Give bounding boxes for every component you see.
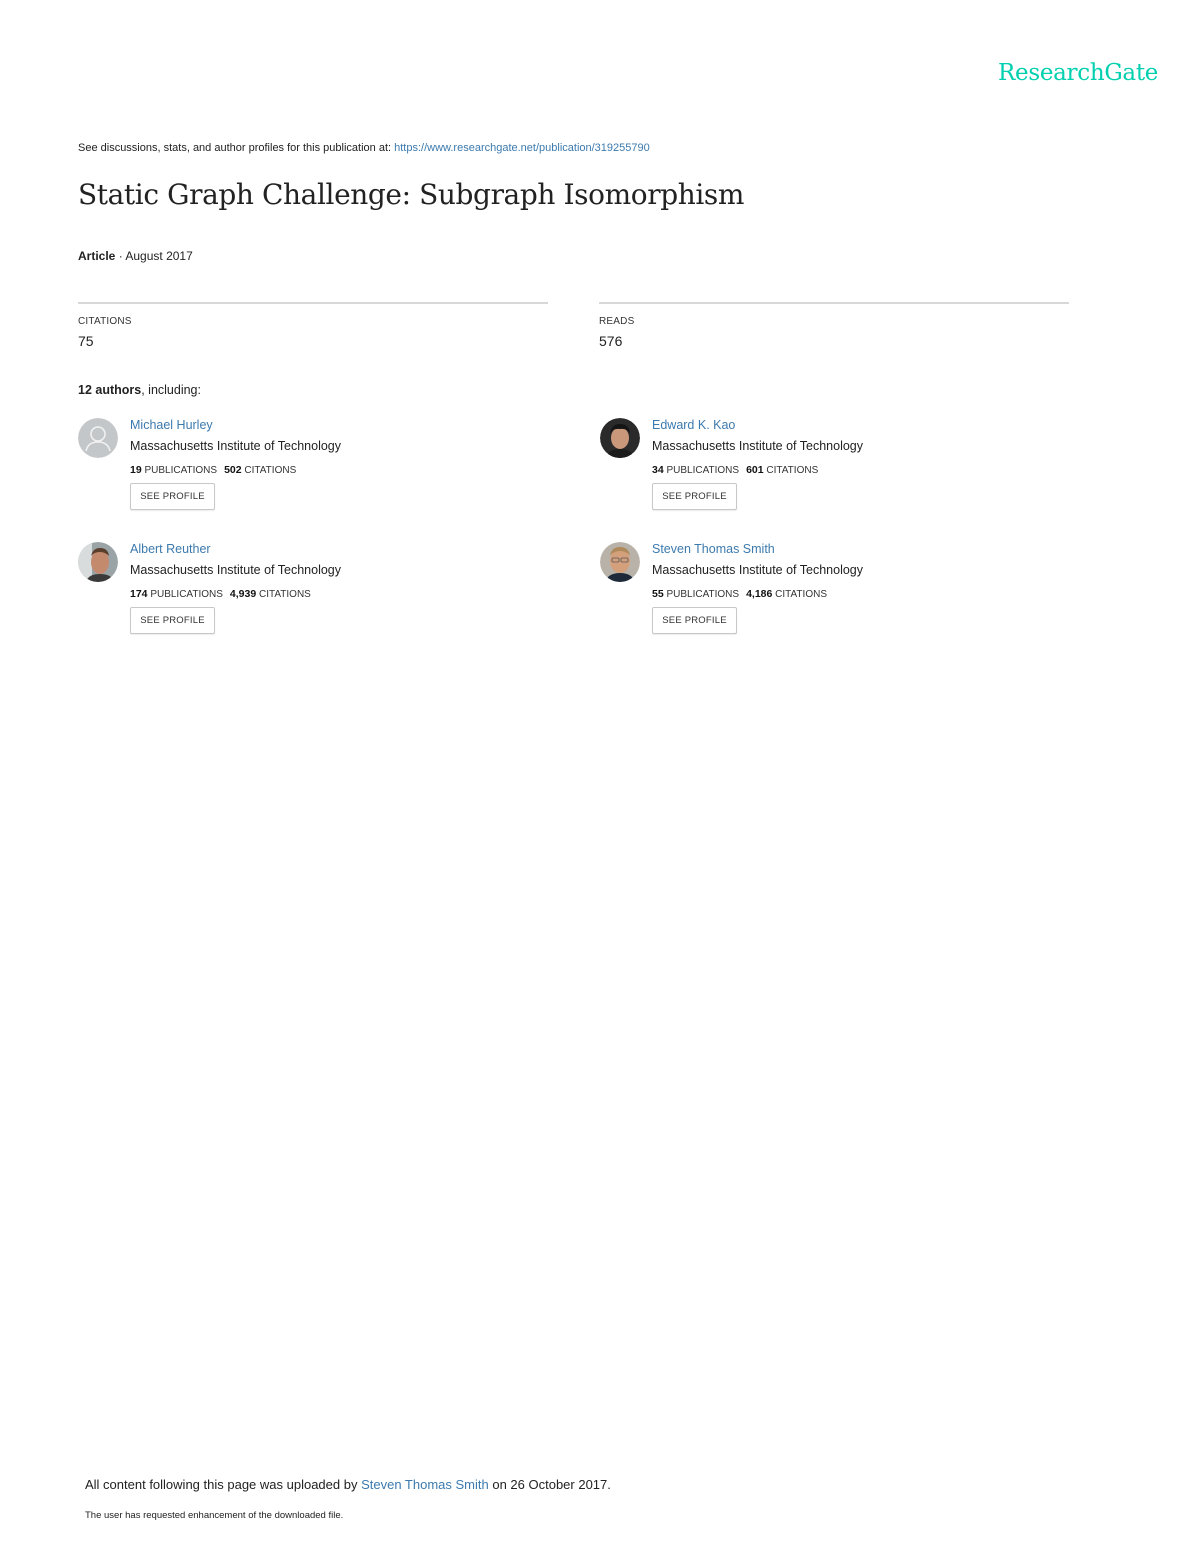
author-name-link[interactable]: Steven Thomas Smith xyxy=(652,542,775,556)
see-profile-button[interactable]: SEE PROFILE xyxy=(130,607,215,634)
reads-value: 576 xyxy=(599,333,623,349)
intro-text: See discussions, stats, and author profi… xyxy=(78,142,395,154)
publications-label: PUBLICATIONS xyxy=(666,465,740,476)
citations-count: 4,186 xyxy=(746,588,773,600)
author-stats: 19 PUBLICATIONS 502 CITATIONS xyxy=(130,464,296,476)
author-name-link[interactable]: Michael Hurley xyxy=(130,418,213,432)
uploader-link[interactable]: Steven Thomas Smith xyxy=(361,1477,489,1492)
citations-value: 75 xyxy=(78,333,94,349)
publications-label: PUBLICATIONS xyxy=(666,589,740,600)
reads-divider xyxy=(599,302,1069,304)
author-name-link[interactable]: Albert Reuther xyxy=(130,542,211,556)
see-profile-button[interactable]: SEE PROFILE xyxy=(652,483,737,510)
publication-url-link[interactable]: https://www.researchgate.net/publication… xyxy=(394,142,650,154)
citations-label: CITATIONS xyxy=(258,589,311,600)
author-stats: 55 PUBLICATIONS 4,186 CITATIONS xyxy=(652,588,827,600)
meta-separator: · xyxy=(115,249,126,263)
reads-label: READS xyxy=(599,316,635,327)
citations-count: 601 xyxy=(746,464,764,476)
author-photo-icon[interactable] xyxy=(600,418,640,458)
publications-count: 55 xyxy=(652,588,664,600)
publication-title: Static Graph Challenge: Subgraph Isomorp… xyxy=(78,178,745,211)
author-card: Edward K. Kao Massachusetts Institute of… xyxy=(600,418,1060,528)
author-photo-icon[interactable] xyxy=(600,542,640,582)
authors-count: 12 authors xyxy=(78,383,142,397)
author-institution: Massachusetts Institute of Technology xyxy=(652,563,863,577)
author-name-link[interactable]: Edward K. Kao xyxy=(652,418,735,432)
author-institution: Massachusetts Institute of Technology xyxy=(130,439,341,453)
publication-type: Article xyxy=(78,249,116,263)
see-profile-button[interactable]: SEE PROFILE xyxy=(652,607,737,634)
upload-prefix: All content following this page was uplo… xyxy=(85,1477,362,1492)
publications-label: PUBLICATIONS xyxy=(150,589,223,600)
publications-count: 19 xyxy=(130,464,142,476)
publication-intro: See discussions, stats, and author profi… xyxy=(78,142,650,154)
citations-label: CITATIONS xyxy=(775,589,827,600)
authors-heading: 12 authors, including: xyxy=(78,383,201,397)
author-card: Steven Thomas Smith Massachusetts Instit… xyxy=(600,542,1060,652)
citations-divider xyxy=(78,302,548,304)
author-stats: 174 PUBLICATIONS 4,939 CITATIONS xyxy=(130,588,311,600)
publication-date: August 2017 xyxy=(125,249,193,263)
citations-label: CITATIONS xyxy=(244,465,297,476)
researchgate-logo[interactable]: ResearchGate xyxy=(998,60,1158,86)
upload-suffix: on 26 October 2017. xyxy=(488,1477,611,1492)
publications-count: 174 xyxy=(130,588,148,600)
avatar-placeholder-icon[interactable] xyxy=(78,418,118,458)
enhancement-note: The user has requested enhancement of th… xyxy=(85,1510,344,1521)
author-institution: Massachusetts Institute of Technology xyxy=(130,563,341,577)
publication-meta: Article · August 2017 xyxy=(78,249,193,263)
citations-label: CITATIONS xyxy=(78,316,132,327)
author-card: Albert Reuther Massachusetts Institute o… xyxy=(78,542,538,652)
author-photo-icon[interactable] xyxy=(78,542,118,582)
author-stats: 34 PUBLICATIONS 601 CITATIONS xyxy=(652,464,818,476)
publications-label: PUBLICATIONS xyxy=(144,465,218,476)
citations-count: 4,939 xyxy=(229,588,257,600)
authors-suffix: , including: xyxy=(141,383,201,397)
see-profile-button[interactable]: SEE PROFILE xyxy=(130,483,215,510)
citations-label: CITATIONS xyxy=(766,465,819,476)
author-card: Michael Hurley Massachusetts Institute o… xyxy=(78,418,538,528)
upload-notice: All content following this page was uplo… xyxy=(85,1477,611,1492)
author-institution: Massachusetts Institute of Technology xyxy=(652,439,863,453)
citations-count: 502 xyxy=(224,464,242,476)
publications-count: 34 xyxy=(652,464,664,476)
